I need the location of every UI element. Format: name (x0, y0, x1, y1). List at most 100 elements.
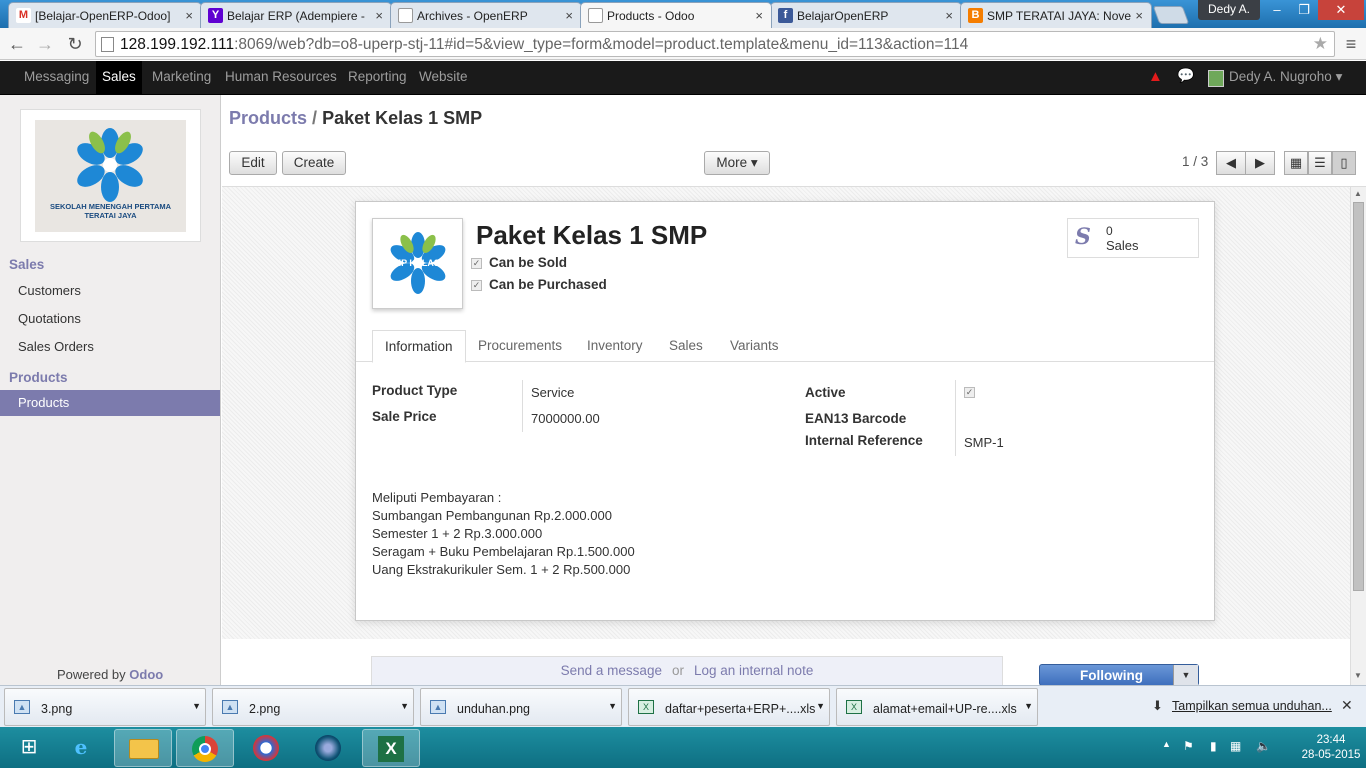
menu-messaging[interactable]: Messaging (24, 69, 89, 84)
tab-inventory[interactable]: Inventory (587, 338, 643, 353)
product-image[interactable]: SMP KELAS 1 (372, 218, 463, 309)
menu-marketing[interactable]: Marketing (152, 69, 211, 84)
back-icon[interactable]: ← (6, 33, 28, 55)
browser-tab[interactable]: Archives - OpenERP × (390, 2, 582, 28)
browser-tab[interactable]: f BelajarOpenERP × (770, 2, 962, 28)
browser-tab-active[interactable]: Products - Odoo × (580, 2, 772, 28)
create-button[interactable]: Create (282, 151, 346, 175)
edit-button[interactable]: Edit (229, 151, 277, 175)
download-item[interactable]: ▲ unduhan.png ▼ (420, 688, 622, 726)
app-icon[interactable] (238, 729, 296, 767)
download-item[interactable]: ▲ 2.png ▼ (212, 688, 414, 726)
close-icon[interactable]: × (375, 8, 383, 23)
window-close-icon[interactable]: ✕ (1318, 0, 1364, 20)
scroll-up-icon[interactable]: ▲ (1354, 189, 1362, 198)
scrollbar-thumb[interactable] (1353, 202, 1364, 591)
battery-icon[interactable]: ▮ (1210, 739, 1217, 753)
form-sheet: SMP KELAS 1 Paket Kelas 1 SMP ✓ Can be S… (355, 201, 1215, 621)
close-icon[interactable]: × (1135, 8, 1143, 23)
clock-date: 28-05-2015 (1301, 749, 1361, 761)
close-icon[interactable]: × (755, 8, 763, 23)
chevron-down-icon[interactable]: ▼ (400, 701, 409, 711)
odoo-link[interactable]: Odoo (129, 667, 163, 682)
breadcrumb-products[interactable]: Products (229, 108, 307, 128)
sidebar-item-sales-orders[interactable]: Sales Orders (18, 339, 94, 354)
page-icon (101, 37, 114, 52)
download-item[interactable]: X alamat+email+UP-re....xls ▼ (836, 688, 1038, 726)
app-icon[interactable] (300, 729, 358, 767)
previous-record-button[interactable]: ◀ (1216, 151, 1246, 175)
internet-explorer-icon[interactable]: e (52, 729, 110, 767)
kanban-view-icon[interactable]: ▦ (1284, 151, 1308, 175)
flag-icon[interactable]: ⚑ (1183, 739, 1194, 753)
new-tab-button[interactable] (1152, 6, 1190, 24)
sidebar-item-customers[interactable]: Customers (18, 283, 81, 298)
download-item[interactable]: ▲ 3.png ▼ (4, 688, 206, 726)
following-button[interactable]: Following ▼ (1039, 664, 1199, 686)
avatar (1208, 70, 1224, 87)
sidebar-item-quotations[interactable]: Quotations (18, 311, 81, 326)
tab-procurements[interactable]: Procurements (478, 338, 562, 353)
menu-human-resources[interactable]: Human Resources (225, 69, 337, 84)
download-item[interactable]: X daftar+peserta+ERP+....xls ▼ (628, 688, 830, 726)
sidebar-item-products[interactable]: Products (0, 390, 220, 416)
browser-tab-title: Belajar ERP (Adempiere - (227, 9, 365, 23)
download-filename: daftar+peserta+ERP+....xls (665, 702, 816, 716)
tab-sales[interactable]: Sales (669, 338, 703, 353)
tab-information[interactable]: Information (372, 330, 466, 363)
warning-icon[interactable]: ▲ (1148, 68, 1163, 85)
browser-tab-title: BelajarOpenERP (797, 9, 889, 23)
address-bar[interactable]: 128.199.192.111:8069/web?db=o8-uperp-stj… (95, 31, 1335, 57)
scroll-down-icon[interactable]: ▼ (1354, 671, 1362, 680)
image-file-icon: ▲ (14, 700, 30, 714)
url-host: 128.199.192.111 (120, 36, 235, 53)
sales-smart-button[interactable]: S 0 Sales (1067, 218, 1199, 258)
show-all-downloads-link[interactable]: Tampilkan semua unduhan... (1172, 699, 1332, 713)
tab-variants[interactable]: Variants (730, 338, 779, 353)
tray-expand-icon[interactable]: ▲ (1162, 739, 1171, 749)
browser-tab[interactable]: Y Belajar ERP (Adempiere - × (200, 2, 392, 28)
list-view-icon[interactable]: ☰ (1308, 151, 1332, 175)
chrome-menu-icon[interactable]: ≡ (1340, 33, 1362, 55)
taskbar-clock[interactable]: 23:44 28-05-2015 (1296, 733, 1366, 763)
menu-sales[interactable]: Sales (96, 61, 142, 94)
chevron-down-icon[interactable]: ▼ (192, 701, 201, 711)
chevron-down-icon[interactable]: ▼ (608, 701, 617, 711)
restore-icon[interactable]: ❐ (1290, 0, 1318, 20)
minimize-icon[interactable]: – (1262, 0, 1292, 20)
send-message-link[interactable]: Send a message (561, 663, 662, 678)
menu-reporting[interactable]: Reporting (348, 69, 407, 84)
bookmark-star-icon[interactable]: ★ (1313, 34, 1328, 54)
forward-icon[interactable]: → (34, 33, 56, 55)
chevron-down-icon[interactable]: ▼ (816, 701, 825, 711)
menu-website[interactable]: Website (419, 69, 468, 84)
form-notebook: Information Procurements Inventory Sales… (356, 330, 1214, 363)
chrome-icon[interactable] (176, 729, 234, 767)
chevron-down-icon[interactable]: ▼ (1024, 701, 1033, 711)
reload-icon[interactable]: ↻ (64, 33, 86, 55)
caret-down-icon[interactable]: ▼ (1173, 665, 1198, 685)
download-filename: 2.png (249, 702, 281, 716)
user-menu[interactable]: Dedy A. Nugroho ▾ (1229, 69, 1342, 85)
windows-start-icon[interactable]: ⊞ (0, 729, 58, 767)
file-explorer-icon[interactable] (114, 729, 172, 767)
close-icon[interactable]: × (945, 8, 953, 23)
close-icon[interactable]: ✕ (1341, 697, 1353, 714)
form-view-icon[interactable]: ▯ (1332, 151, 1356, 175)
log-note-link[interactable]: Log an internal note (694, 663, 813, 678)
close-icon[interactable]: × (565, 8, 573, 23)
next-record-button[interactable]: ▶ (1245, 151, 1275, 175)
company-logo[interactable]: SEKOLAH MENENGAH PERTAMA TERATAI JAYA (20, 109, 201, 242)
more-dropdown-button[interactable]: More ▾ (704, 151, 770, 175)
close-icon[interactable]: × (185, 8, 193, 23)
volume-icon[interactable]: 🔈 (1256, 739, 1271, 753)
following-label: Following (1080, 668, 1143, 683)
browser-tab[interactable]: B SMP TERATAI JAYA: Nove × (960, 2, 1152, 28)
download-filename: alamat+email+UP-re....xls (873, 702, 1017, 716)
page-scrollbar[interactable]: ▲ ▼ (1350, 187, 1366, 685)
chat-icon[interactable]: 💬 (1177, 67, 1194, 84)
excel-icon[interactable]: X (362, 729, 420, 767)
network-icon[interactable]: ▦ (1230, 739, 1241, 753)
browser-tab[interactable]: M [Belajar-OpenERP-Odoo] × (8, 2, 202, 28)
browser-profile-chip[interactable]: Dedy A. (1198, 0, 1260, 20)
